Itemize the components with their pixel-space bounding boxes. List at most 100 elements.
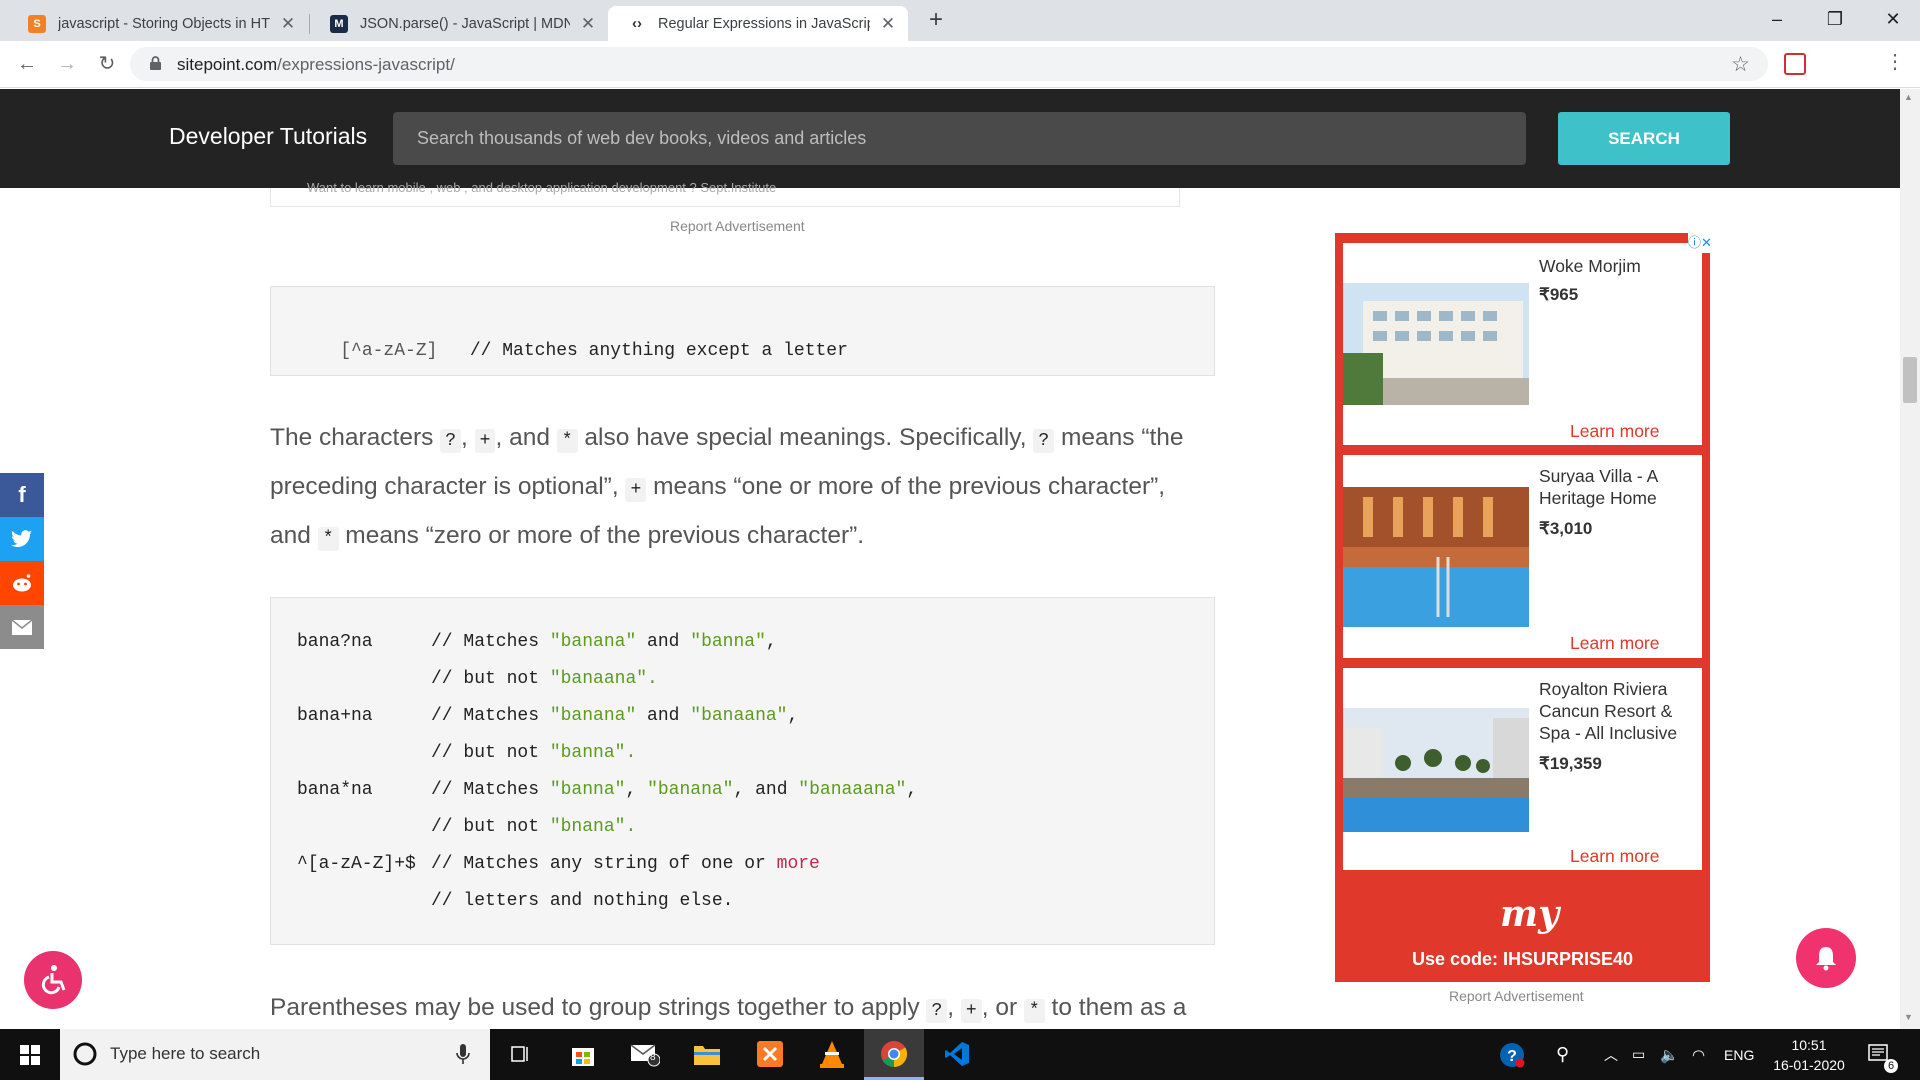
code-comment: // Matches "banna", "banana", and "banaa… xyxy=(431,780,918,800)
browser-toolbar: ← → ↻ sitepoint.com/expressions-javascri… xyxy=(0,41,1920,88)
code-line: ^[a-zA-Z]+$ xyxy=(297,854,416,874)
new-tab-button[interactable]: + xyxy=(922,6,950,34)
vscode-icon[interactable] xyxy=(940,1037,974,1071)
show-hidden-icons-icon[interactable]: ︿ xyxy=(1604,1029,1618,1080)
chrome-icon[interactable] xyxy=(877,1037,911,1071)
reload-icon[interactable]: ↻ xyxy=(92,49,122,79)
tab-close-icon[interactable]: ✕ xyxy=(278,14,298,34)
microphone-icon[interactable] xyxy=(456,1044,470,1066)
minimize-icon[interactable]: – xyxy=(1748,0,1806,41)
wifi-icon[interactable]: ◠ xyxy=(1692,1029,1705,1080)
bell-icon xyxy=(1816,947,1836,971)
task-view-icon[interactable] xyxy=(503,1037,537,1071)
report-advertisement-link[interactable]: Report Advertisement xyxy=(670,218,805,234)
code-line: bana+na xyxy=(297,706,373,726)
sidebar-advertisement[interactable]: Woke Morjim ₹965 Learn more Suryaa Villa… xyxy=(1335,233,1710,982)
ad-hotel-name: Woke Morjim xyxy=(1539,256,1641,276)
microsoft-store-icon[interactable] xyxy=(566,1037,600,1071)
top-ad-text: Want to learn mobile , web , and desktop… xyxy=(307,180,777,195)
cortana-circle-icon xyxy=(73,1042,97,1066)
site-brand[interactable]: Developer Tutorials xyxy=(169,123,367,150)
file-explorer-icon[interactable] xyxy=(690,1037,724,1071)
tab-title: JSON.parse() - JavaScript | MDN xyxy=(360,15,570,32)
lock-icon xyxy=(150,56,161,70)
code-comment: // but not "banaana". xyxy=(431,669,658,689)
ad-hotel-price: ₹965 xyxy=(1539,285,1579,304)
tab-regular-expressions[interactable]: ‹› Regular Expressions in JavaScript ✕ xyxy=(608,6,908,41)
tab-close-icon[interactable]: ✕ xyxy=(578,14,598,34)
ad-learn-more-link[interactable]: Learn more xyxy=(1570,846,1660,867)
restore-icon[interactable]: ❐ xyxy=(1806,0,1864,41)
scrollbar-thumb[interactable] xyxy=(1903,357,1917,403)
site-header: Developer Tutorials Search thousands of … xyxy=(0,89,1900,188)
page-scrollbar[interactable] xyxy=(1900,89,1920,1029)
language-indicator[interactable]: ENG xyxy=(1724,1029,1754,1080)
windows-taskbar: Type here to search 8 ? ⚲ ︿ ▭ 🔈 ◠ ENG 10… xyxy=(0,1029,1920,1080)
scroll-down-icon[interactable]: ▼ xyxy=(1904,1012,1913,1022)
sitepoint-favicon-icon: ‹› xyxy=(628,14,646,33)
browser-tab-strip: S javascript - Storing Objects in HT ✕ M… xyxy=(0,0,1920,41)
address-bar[interactable]: sitepoint.com/expressions-javascript/ ☆ xyxy=(130,47,1768,81)
reddit-share-icon[interactable] xyxy=(0,561,44,605)
report-advertisement-link[interactable]: Report Advertisement xyxy=(1449,988,1584,1004)
xampp-icon[interactable] xyxy=(753,1037,787,1071)
accessibility-button[interactable] xyxy=(24,951,82,1009)
tab-close-icon[interactable]: ✕ xyxy=(878,14,898,34)
makemytrip-logo: my xyxy=(1500,893,1560,935)
ad-hotel-price: ₹19,359 xyxy=(1539,754,1602,773)
taskbar-clock[interactable]: 10:51 16-01-2020 xyxy=(1764,1035,1854,1075)
action-center-icon[interactable]: 6 xyxy=(1868,1029,1898,1080)
facebook-share-icon[interactable]: f xyxy=(0,473,44,517)
forward-icon[interactable]: → xyxy=(52,49,82,79)
tab-json-parse[interactable]: M JSON.parse() - JavaScript | MDN ✕ xyxy=(310,6,608,41)
ad-hotel-price: ₹3,010 xyxy=(1539,519,1593,538)
email-share-icon[interactable] xyxy=(0,605,44,649)
stackoverflow-favicon-icon: S xyxy=(28,14,46,33)
vlc-icon[interactable] xyxy=(815,1037,849,1071)
code-comment: // Matches "banana" and "banaana", xyxy=(431,706,799,726)
clock-date: 16-01-2020 xyxy=(1773,1057,1845,1073)
code-comment: // letters and nothing else. xyxy=(431,891,734,911)
svg-text:?: ? xyxy=(1507,1048,1517,1065)
code-comment: // Matches "banana" and "banna", xyxy=(431,632,777,652)
notification-bell-button[interactable] xyxy=(1796,928,1856,988)
ad-card-suryaa-villa[interactable]: Suryaa Villa - A Heritage Home ₹3,010 Le… xyxy=(1343,455,1702,658)
help-icon[interactable]: ? xyxy=(1498,1029,1526,1080)
back-icon[interactable]: ← xyxy=(12,49,42,79)
volume-icon[interactable]: 🔈 xyxy=(1660,1029,1679,1080)
code-comment: // Matches anything except a letter xyxy=(469,341,848,361)
tab-storing-objects[interactable]: S javascript - Storing Objects in HT ✕ xyxy=(8,6,308,41)
ad-hotel-name: Royalton Riviera Cancun Resort & Spa - A… xyxy=(1539,679,1678,743)
mail-icon[interactable]: 8 xyxy=(628,1037,662,1071)
people-icon[interactable]: ⚲ xyxy=(1556,1029,1569,1080)
url-text: sitepoint.com/expressions-javascript/ xyxy=(177,55,455,74)
scroll-up-icon[interactable]: ▲ xyxy=(1904,92,1913,102)
notification-count-badge: 6 xyxy=(1884,1059,1898,1073)
twitter-share-icon[interactable] xyxy=(0,517,44,561)
ad-learn-more-link[interactable]: Learn more xyxy=(1570,421,1660,442)
ad-choices-close-icon[interactable]: ⓘ✕ xyxy=(1688,233,1712,253)
battery-icon[interactable]: ▭ xyxy=(1632,1029,1645,1080)
code-comment: // Matches any string of one or more xyxy=(431,854,820,874)
site-search-input[interactable]: Search thousands of web dev books, video… xyxy=(393,112,1526,165)
code-block-2: bana?na // Matches "banana" and "banna",… xyxy=(270,597,1215,945)
ad-learn-more-link[interactable]: Learn more xyxy=(1570,633,1660,654)
bookmark-star-icon[interactable]: ☆ xyxy=(1731,52,1750,77)
hotel-pool-image xyxy=(1343,487,1529,627)
code-pattern: [^a-zA-Z] xyxy=(340,341,438,361)
ad-hotel-name: Suryaa Villa - A Heritage Home xyxy=(1539,466,1658,508)
extension-icon[interactable] xyxy=(1784,53,1806,75)
ad-card-woke-morjim[interactable]: Woke Morjim ₹965 Learn more xyxy=(1343,243,1702,445)
site-search-button[interactable]: SEARCH xyxy=(1558,112,1730,165)
code-line: bana*na xyxy=(297,780,373,800)
mdn-favicon-icon: M xyxy=(330,14,348,33)
code-comment: // but not "bnana". xyxy=(431,817,637,837)
ad-card-royalton-riviera[interactable]: Royalton Riviera Cancun Resort & Spa - A… xyxy=(1343,668,1702,870)
taskbar-search-box[interactable]: Type here to search xyxy=(60,1029,490,1080)
hotel-photo-image xyxy=(1343,283,1529,405)
windows-start-button[interactable] xyxy=(0,1029,60,1080)
mail-badge: 8 xyxy=(650,1052,656,1063)
clock-time: 10:51 xyxy=(1791,1037,1827,1053)
close-window-icon[interactable]: ✕ xyxy=(1864,0,1920,41)
browser-menu-icon[interactable]: ⋮ xyxy=(1880,49,1910,74)
